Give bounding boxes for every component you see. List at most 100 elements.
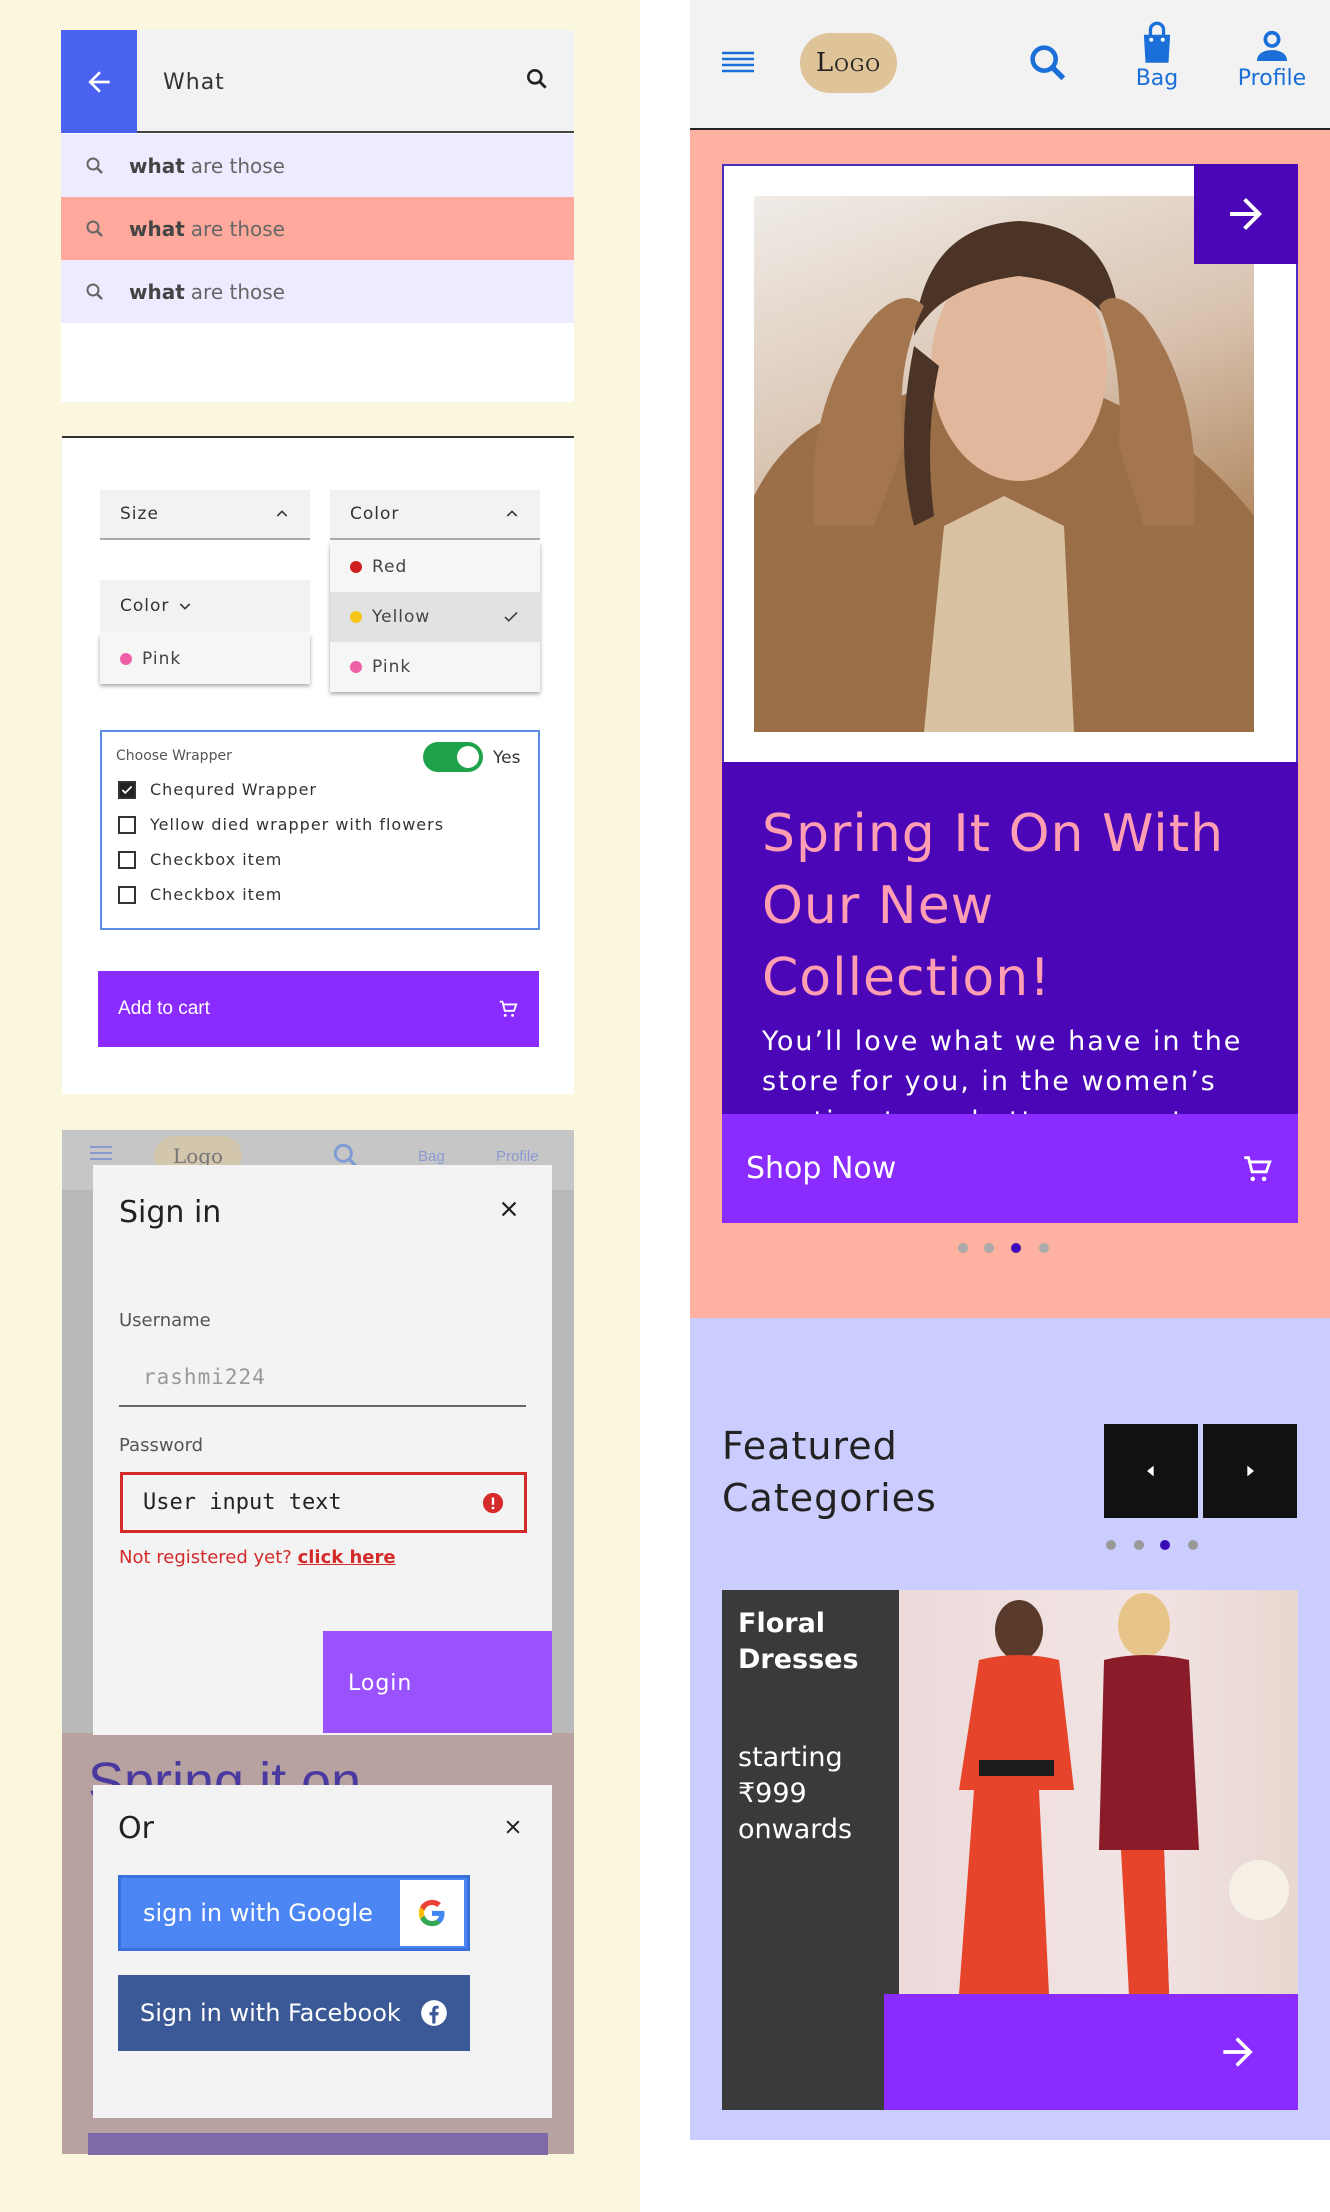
bag-icon bbox=[1143, 21, 1171, 63]
checkbox-empty-icon bbox=[118, 815, 136, 834]
checkbox-item[interactable]: Checkbox item bbox=[118, 850, 282, 869]
red-dot-icon bbox=[350, 561, 362, 573]
yellow-dot-icon bbox=[350, 611, 362, 623]
option-label: Yellow bbox=[372, 607, 431, 627]
checkbox-label: Checkbox item bbox=[150, 850, 283, 869]
profile-icon bbox=[1257, 30, 1287, 61]
suggestion-bold: what bbox=[129, 216, 185, 241]
hero-photo bbox=[754, 196, 1254, 732]
suggestion-bold: what bbox=[129, 153, 185, 178]
search-icon[interactable] bbox=[524, 66, 550, 92]
suggestion-item[interactable]: what are those bbox=[61, 134, 574, 197]
close-icon[interactable] bbox=[503, 1817, 523, 1837]
password-value: User input text bbox=[143, 1490, 342, 1515]
username-field[interactable]: rashmi224 bbox=[119, 1345, 526, 1407]
suggestion-item[interactable]: what are those bbox=[61, 197, 574, 260]
checkbox-empty-icon bbox=[118, 885, 136, 904]
toggle-label: Yes bbox=[493, 748, 521, 768]
color-option-pink[interactable]: Pink bbox=[100, 634, 310, 684]
color-menu: Red Yellow Pink bbox=[330, 542, 540, 692]
profile-button[interactable]: Profile bbox=[1230, 26, 1314, 91]
ghost-strip bbox=[88, 2133, 548, 2155]
facebook-icon bbox=[421, 2000, 447, 2026]
option-label: Pink bbox=[372, 657, 412, 677]
register-text: Not registered yet? bbox=[119, 1547, 292, 1568]
social-modal: Or bbox=[93, 1785, 552, 2118]
suggestion-text: are those bbox=[190, 153, 285, 178]
carousel-dot[interactable] bbox=[984, 1243, 994, 1253]
color-option-pink[interactable]: Pink bbox=[330, 642, 540, 692]
color-dropdown-label: Color bbox=[120, 596, 170, 616]
bag-button[interactable]: Bag bbox=[1130, 20, 1184, 91]
carousel-dot[interactable] bbox=[958, 1243, 968, 1253]
arrow-left-icon bbox=[88, 70, 110, 93]
checkbox-item[interactable]: Yellow died wrapper with flowers bbox=[118, 815, 444, 834]
wrapper-legend: Choose Wrapper bbox=[116, 748, 232, 764]
option-label: Red bbox=[372, 557, 408, 577]
carousel-dot-active[interactable] bbox=[1160, 1540, 1170, 1550]
search-input[interactable]: What bbox=[163, 70, 225, 95]
google-icon bbox=[400, 1880, 464, 1946]
category-open-button[interactable] bbox=[884, 1994, 1298, 2110]
pink-dot-icon bbox=[350, 661, 362, 673]
add-to-cart-button[interactable]: Add to cart bbox=[98, 971, 539, 1047]
checkbox-empty-icon bbox=[118, 850, 136, 869]
hero-title-line: Spring It On With bbox=[762, 804, 1225, 864]
carousel-dot[interactable] bbox=[1134, 1540, 1144, 1550]
google-signin-label: sign in with Google bbox=[143, 1899, 373, 1927]
suggestion-item[interactable]: what are those bbox=[61, 260, 574, 323]
back-button[interactable] bbox=[61, 30, 137, 133]
search-bar[interactable] bbox=[61, 30, 574, 133]
signin-title: Sign in bbox=[119, 1195, 222, 1230]
caret-left-icon bbox=[1147, 1465, 1154, 1477]
price-line: ₹999 bbox=[738, 1778, 807, 1809]
checkbox-checked-icon bbox=[118, 780, 136, 799]
search-icon bbox=[61, 217, 129, 241]
color-option-red[interactable]: Red bbox=[330, 542, 540, 592]
carousel-dot[interactable] bbox=[1106, 1540, 1116, 1550]
suggestion-text: are those bbox=[190, 279, 285, 304]
google-signin-button[interactable]: sign in with Google bbox=[118, 1875, 470, 1951]
featured-next-button[interactable] bbox=[1203, 1424, 1297, 1518]
color-option-yellow[interactable]: Yellow bbox=[330, 592, 540, 642]
price-line: onwards bbox=[738, 1814, 853, 1845]
chevron-up-icon bbox=[506, 510, 518, 517]
close-icon[interactable] bbox=[498, 1198, 520, 1220]
hero-title-line: Our New Collection! bbox=[762, 876, 1052, 1008]
register-prompt: Not registered yet? click here bbox=[119, 1547, 396, 1568]
search-icon bbox=[61, 280, 129, 304]
shop-now-button[interactable]: Shop Now bbox=[722, 1114, 1298, 1223]
search-icon[interactable] bbox=[1025, 40, 1071, 86]
cart-icon bbox=[1244, 1155, 1272, 1181]
username-label: Username bbox=[119, 1310, 211, 1331]
color-dropdown[interactable]: Color bbox=[330, 490, 540, 540]
checkbox-label: Checkbox item bbox=[150, 885, 283, 904]
featured-prev-button[interactable] bbox=[1104, 1424, 1198, 1518]
social-title: Or bbox=[118, 1811, 154, 1846]
error-icon bbox=[482, 1492, 504, 1513]
wrapper-toggle[interactable] bbox=[423, 742, 483, 772]
logo[interactable]: Logo bbox=[800, 33, 897, 93]
password-field[interactable]: User input text bbox=[120, 1472, 527, 1533]
carousel-dot[interactable] bbox=[1188, 1540, 1198, 1550]
color-dropdown-2[interactable]: Color bbox=[100, 580, 310, 632]
menu-icon[interactable] bbox=[720, 47, 756, 77]
caret-right-icon bbox=[1247, 1465, 1254, 1477]
size-dropdown[interactable]: Size bbox=[100, 490, 310, 540]
checkbox-item[interactable]: Checkbox item bbox=[118, 885, 282, 904]
arrow-right-icon bbox=[1223, 2037, 1253, 2067]
facebook-signin-button[interactable]: Sign in with Facebook bbox=[118, 1975, 470, 2051]
hero-next-button[interactable] bbox=[1194, 164, 1298, 264]
size-dropdown-label: Size bbox=[120, 504, 159, 524]
category-name-line: Floral bbox=[738, 1608, 826, 1639]
hero-title: Spring It On With Our New Collection! bbox=[762, 798, 1258, 1014]
ghost-bag: Bag bbox=[418, 1148, 445, 1165]
register-link[interactable]: click here bbox=[298, 1547, 396, 1568]
check-icon bbox=[504, 611, 518, 622]
checkbox-item[interactable]: Chequred Wrapper bbox=[118, 780, 317, 799]
featured-title-line: Categories bbox=[722, 1476, 937, 1520]
carousel-dot-active[interactable] bbox=[1011, 1243, 1021, 1253]
add-to-cart-label: Add to cart bbox=[118, 998, 210, 1019]
carousel-dot[interactable] bbox=[1039, 1243, 1049, 1253]
login-button[interactable]: Login bbox=[323, 1631, 552, 1733]
